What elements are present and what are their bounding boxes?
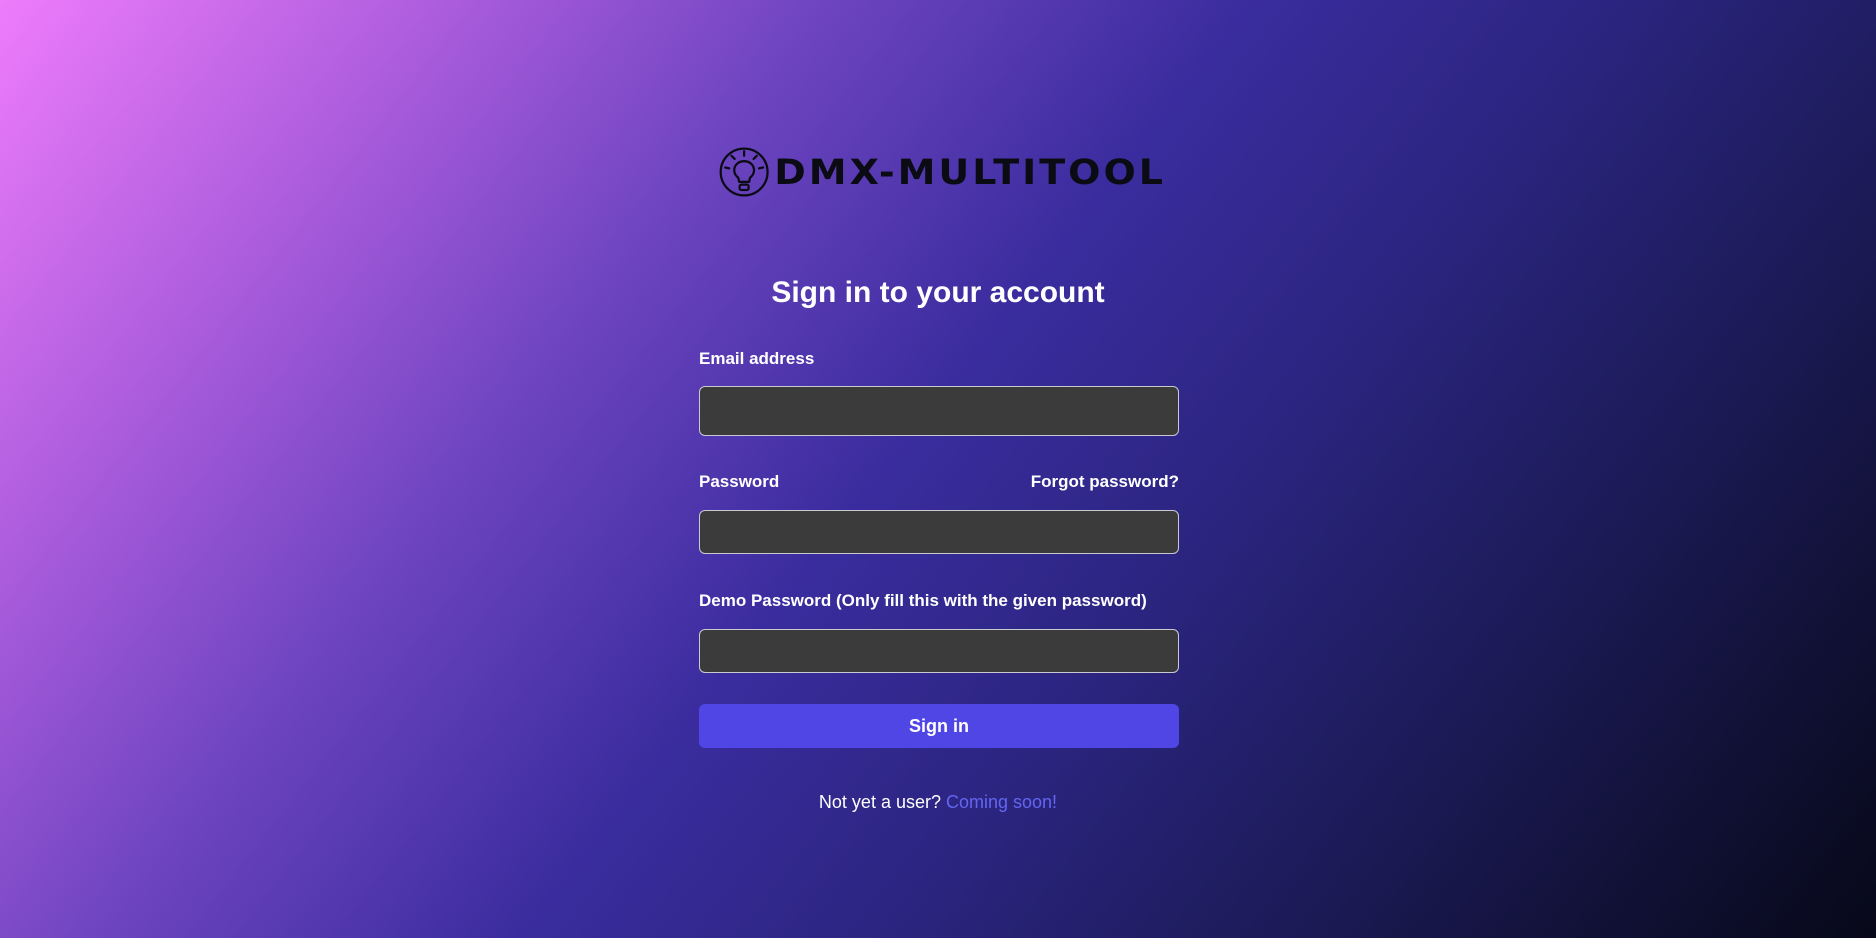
lightbulb-icon bbox=[719, 147, 769, 197]
demo-password-field[interactable] bbox=[699, 629, 1179, 673]
coming-soon-link[interactable]: Coming soon! bbox=[946, 792, 1057, 812]
sign-in-button[interactable]: Sign in bbox=[699, 704, 1179, 748]
email-label: Email address bbox=[699, 349, 815, 368]
forgot-password-link[interactable]: Forgot password? bbox=[1031, 472, 1179, 492]
sign-in-form: Email address Password Forgot password? … bbox=[699, 346, 1179, 748]
email-field[interactable] bbox=[699, 386, 1179, 436]
password-label-row: Password Forgot password? bbox=[699, 469, 1179, 495]
brand-logo: DMX-MULTITOOL bbox=[718, 143, 1166, 201]
brand-name: DMX-MULTITOOL bbox=[774, 151, 1166, 193]
demo-password-label: Demo Password (Only fill this with the g… bbox=[699, 591, 1147, 610]
footer: Not yet a user? Coming soon! bbox=[0, 792, 1876, 813]
password-label: Password bbox=[699, 472, 780, 491]
page-title: Sign in to your account bbox=[771, 276, 1105, 309]
password-field[interactable] bbox=[699, 510, 1179, 554]
footer-prompt: Not yet a user? bbox=[818, 792, 941, 812]
